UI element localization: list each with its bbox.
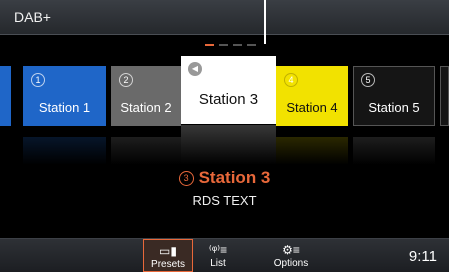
station-tile-partial-left[interactable] [0, 66, 11, 126]
tile-reflection [23, 137, 106, 165]
top-bar: DAB+ [0, 0, 449, 35]
station-tile-1[interactable]: 1 Station 1 [23, 66, 106, 126]
now-playing-station-name: Station 3 [198, 168, 271, 187]
options-label: Options [273, 258, 309, 269]
selection-pointer [264, 0, 266, 44]
page-dot-active [205, 44, 214, 46]
list-button[interactable]: ⁽ᵠ⁾≡ List [193, 239, 243, 272]
tile-reflection [181, 125, 276, 165]
list-label: List [210, 258, 226, 269]
station-carousel: 1 Station 1 2 Station 2 4 Station 4 5 St… [0, 56, 449, 165]
station-label-2: Station 2 [120, 100, 172, 115]
bottom-bar: ▭▮ Presets ⁽ᵠ⁾≡ List ⚙≡ Options 9:11 [0, 238, 449, 272]
now-playing-station: 3 Station 3 [0, 168, 449, 188]
station-label-1: Station 1 [38, 100, 91, 115]
page-dot [219, 44, 228, 46]
tile-reflection [111, 137, 181, 165]
tile-reflection [276, 137, 348, 165]
preset-number-5: 5 [361, 73, 375, 87]
now-playing-preset-number: 3 [178, 171, 194, 186]
speaker-icon: ◀ [188, 62, 202, 76]
preset-number-1: 1 [31, 73, 45, 87]
app-title: DAB+ [14, 9, 51, 25]
station-label-5: Station 5 [368, 100, 420, 115]
presets-icon: ▭▮ [159, 244, 177, 258]
rds-text: RDS TEXT [192, 193, 257, 208]
options-icon: ⚙≡ [282, 243, 300, 257]
presets-label: Presets [151, 259, 185, 270]
presets-button[interactable]: ▭▮ Presets [143, 239, 193, 272]
options-button[interactable]: ⚙≡ Options [264, 239, 318, 272]
preset-number-4: 4 [284, 73, 298, 87]
station-tile-partial-right[interactable] [440, 66, 449, 126]
station-tile-4[interactable]: 4 Station 4 [276, 66, 348, 126]
preset-number-2: 2 [119, 73, 133, 87]
station-tile-3-selected[interactable]: ◀ Station 3 [181, 56, 276, 124]
page-dot [233, 44, 242, 46]
station-label-4: Station 4 [286, 100, 338, 115]
station-label-3: Station 3 [198, 91, 259, 108]
station-tile-2[interactable]: 2 Station 2 [111, 66, 181, 126]
clock: 9:11 [408, 248, 437, 265]
tile-reflection [353, 137, 435, 165]
antenna-list-icon: ⁽ᵠ⁾≡ [208, 243, 228, 257]
page-dot [247, 44, 256, 46]
station-tile-5[interactable]: 5 Station 5 [353, 66, 435, 126]
